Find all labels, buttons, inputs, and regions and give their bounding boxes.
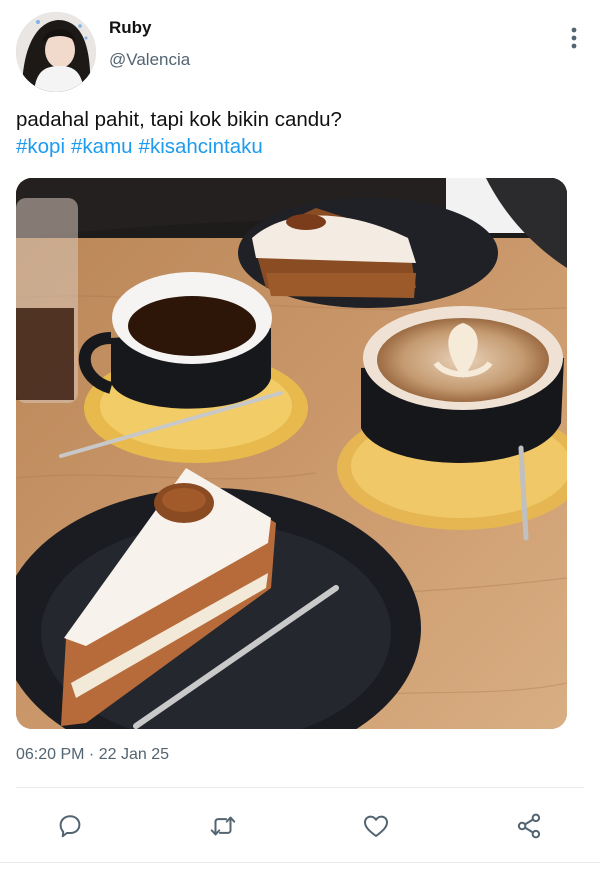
coffee-and-cake-photo	[16, 178, 567, 729]
tweet-header: Ruby @Valencia	[16, 12, 584, 96]
share-button[interactable]	[507, 804, 551, 848]
hashtag-link[interactable]: #kamu	[71, 135, 133, 158]
tweet-body: padahal pahit, tapi kok bikin candu?	[16, 108, 342, 131]
divider	[16, 787, 584, 788]
divider	[0, 862, 600, 863]
share-icon	[517, 813, 541, 839]
retweet-icon	[210, 816, 236, 836]
retweet-button[interactable]	[201, 804, 245, 848]
user-handle[interactable]: @Valencia	[109, 50, 190, 70]
like-button[interactable]	[354, 804, 398, 848]
reply-icon	[59, 815, 81, 838]
action-bar	[0, 804, 600, 848]
hashtag-link[interactable]: #kisahcintaku	[139, 135, 263, 158]
display-name[interactable]: Ruby	[109, 18, 152, 38]
tweet-photo[interactable]	[16, 178, 567, 729]
tweet-card: Ruby @Valencia padahal pahit, tapi kok b…	[0, 0, 600, 873]
avatar[interactable]	[16, 12, 96, 92]
more-options-button[interactable]	[562, 26, 586, 50]
avatar-image	[16, 12, 96, 92]
hashtag-link[interactable]: #kopi	[16, 135, 65, 158]
more-vertical-icon	[571, 27, 577, 49]
tweet-timestamp[interactable]: 06:20 PM · 22 Jan 25	[16, 746, 169, 764]
heart-icon	[364, 815, 388, 837]
hashtag-list: #kopi #kamu #kisahcintaku	[16, 133, 576, 160]
reply-button[interactable]	[48, 804, 92, 848]
tweet-text: padahal pahit, tapi kok bikin candu? #ko…	[16, 106, 576, 160]
